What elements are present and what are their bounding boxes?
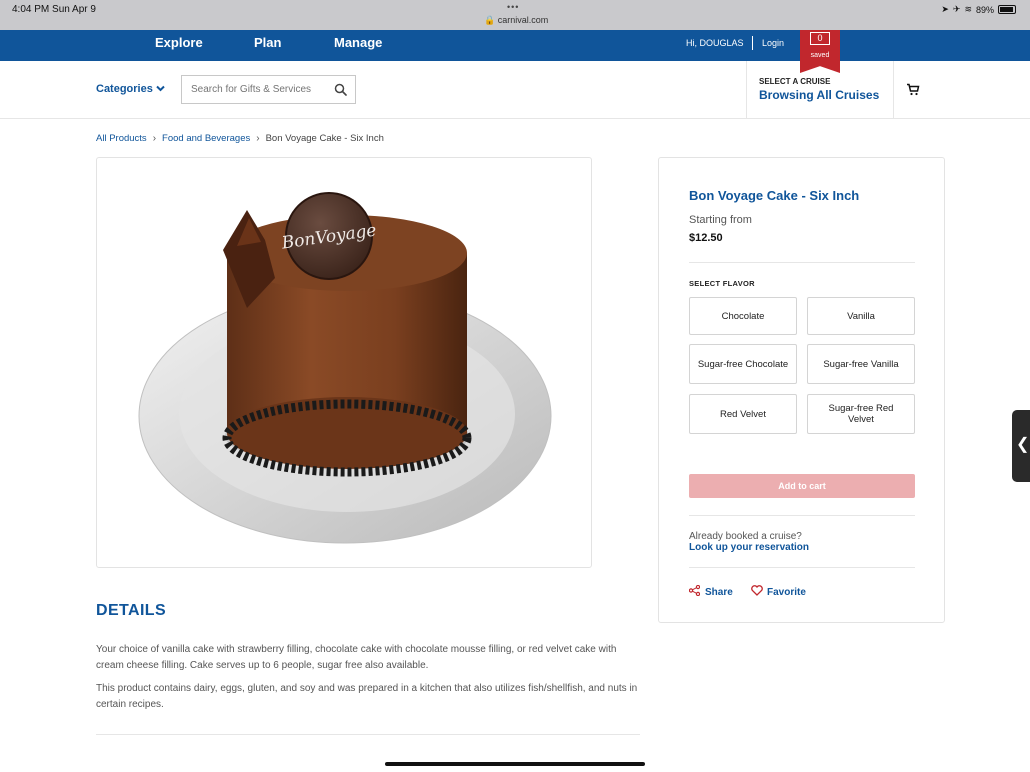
browser-menu-dots[interactable]: ••• bbox=[507, 2, 519, 12]
nav-plan[interactable]: Plan bbox=[254, 35, 281, 50]
booked-question: Already booked a cruise? bbox=[689, 531, 802, 542]
product-title: Bon Voyage Cake - Six Inch bbox=[689, 188, 860, 203]
flavor-option[interactable]: Chocolate bbox=[689, 297, 797, 335]
select-flavor-label: SELECT FLAVOR bbox=[689, 279, 755, 288]
select-cruise[interactable]: SELECT A CRUISE Browsing All Cruises bbox=[746, 61, 894, 119]
divider bbox=[689, 262, 915, 263]
status-time: 4:04 PM Sun Apr 9 bbox=[12, 4, 96, 15]
breadcrumb-all-products[interactable]: All Products bbox=[96, 133, 147, 144]
status-indicators: ➤ ✈ ≋ 89% bbox=[941, 4, 1016, 15]
breadcrumb: All Products › Food and Beverages › Bon … bbox=[96, 133, 384, 144]
add-to-cart-button[interactable]: Add to cart bbox=[689, 474, 915, 498]
share-button[interactable]: Share bbox=[688, 584, 733, 599]
details-heading: DETAILS bbox=[96, 602, 167, 619]
location-icon: ➤ bbox=[941, 4, 949, 14]
side-drawer-tab[interactable]: ❮ bbox=[1012, 410, 1030, 482]
flavor-option[interactable]: Sugar-free Vanilla bbox=[807, 344, 915, 384]
flavor-option[interactable]: Sugar-free Red Velvet bbox=[807, 394, 915, 434]
lookup-reservation-link[interactable]: Look up your reservation bbox=[689, 542, 809, 553]
nav-divider bbox=[752, 36, 753, 50]
details-paragraph: Your choice of vanilla cake with strawbe… bbox=[96, 644, 617, 671]
categories-label: Categories bbox=[96, 83, 153, 95]
product-price: $12.50 bbox=[689, 232, 723, 244]
user-greeting[interactable]: Hi, DOUGLAS bbox=[686, 38, 744, 48]
search-box bbox=[181, 75, 356, 104]
home-indicator[interactable] bbox=[385, 762, 645, 766]
selected-cruise: Browsing All Cruises bbox=[759, 88, 880, 102]
url-bar[interactable]: 🔒 carnival.com bbox=[484, 15, 548, 26]
divider bbox=[96, 734, 640, 735]
flavor-option[interactable]: Red Velvet bbox=[689, 394, 797, 434]
nav-explore[interactable]: Explore bbox=[155, 35, 203, 50]
categories-button[interactable]: Categories bbox=[96, 83, 165, 95]
flavor-option[interactable]: Sugar-free Chocolate bbox=[689, 344, 797, 384]
flavor-option[interactable]: Vanilla bbox=[807, 297, 915, 335]
divider bbox=[689, 567, 915, 568]
favorite-label: Favorite bbox=[767, 586, 806, 598]
cake-illustration: BonVoyage bbox=[138, 192, 552, 544]
share-label: Share bbox=[705, 586, 733, 598]
heart-icon bbox=[751, 585, 763, 599]
battery-percent: 89% bbox=[975, 4, 994, 15]
top-nav: Explore Plan Manage Hi, DOUGLAS Login bbox=[0, 30, 1030, 82]
saved-count: 0 bbox=[810, 32, 830, 45]
search-icon[interactable] bbox=[334, 83, 347, 101]
saved-label: saved bbox=[810, 52, 830, 59]
chevron-down-icon bbox=[156, 83, 165, 95]
battery-icon bbox=[998, 5, 1016, 14]
share-icon bbox=[688, 584, 701, 599]
chevron-left-icon: ❮ bbox=[1016, 436, 1030, 453]
login-link[interactable]: Login bbox=[762, 38, 784, 48]
divider bbox=[689, 515, 915, 516]
starting-from-label: Starting from bbox=[689, 214, 752, 226]
select-cruise-label: SELECT A CRUISE bbox=[759, 77, 831, 86]
sub-header: Categories SELECT A CRUISE Browsing All … bbox=[0, 61, 1030, 119]
nav-manage[interactable]: Manage bbox=[334, 35, 382, 50]
favorite-button[interactable]: Favorite bbox=[751, 585, 806, 599]
breadcrumb-food-beverages[interactable]: Food and Beverages bbox=[162, 133, 250, 144]
airplane-icon: ✈ bbox=[952, 4, 961, 14]
details-paragraph: This product contains dairy, eggs, glute… bbox=[96, 683, 638, 710]
status-bar: 4:04 PM Sun Apr 9 ••• 🔒 carnival.com ➤ ✈… bbox=[0, 0, 1030, 30]
chevron-right-icon: › bbox=[256, 133, 260, 144]
wifi-icon: ≋ bbox=[964, 4, 972, 14]
breadcrumb-current: Bon Voyage Cake - Six Inch bbox=[265, 133, 384, 144]
product-panel: Bon Voyage Cake - Six Inch Starting from… bbox=[658, 157, 945, 623]
cart-icon[interactable] bbox=[906, 83, 920, 101]
product-image[interactable]: BonVoyage bbox=[96, 157, 592, 568]
search-input[interactable] bbox=[182, 76, 332, 103]
chevron-right-icon: › bbox=[152, 133, 157, 144]
